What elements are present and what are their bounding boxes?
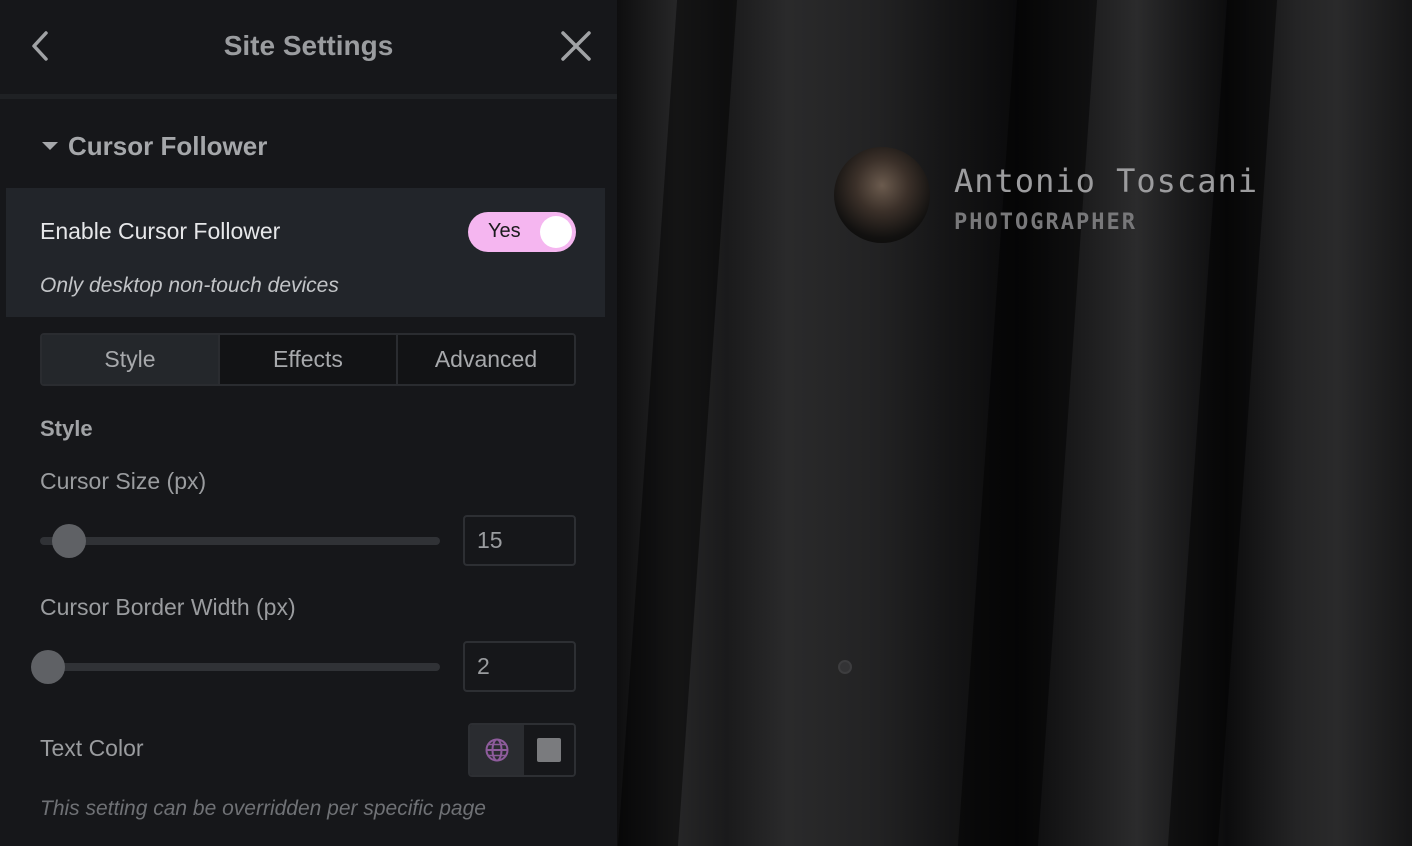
toggle-knob [540,216,572,248]
settings-panel: Site Settings Cursor Follower Enable Cur… [0,0,617,846]
background-drape [955,0,1099,846]
settings-tabs: Style Effects Advanced [40,333,576,386]
cursor-border-width-slider-handle[interactable] [31,650,65,684]
cursor-size-input[interactable] [463,515,576,566]
panel-header: Site Settings [0,0,617,94]
global-colors-button[interactable] [470,725,524,775]
caret-down-icon [42,142,58,150]
override-hint: This setting can be overridden per speci… [40,797,486,820]
section-title: Cursor Follower [68,130,268,161]
cursor-border-width-input[interactable] [463,641,576,692]
enable-cursor-follower-toggle[interactable]: Yes [468,212,576,252]
background-drape [617,0,739,846]
site-author-role: PHOTOGRAPHER [954,210,1137,235]
cursor-border-width-label: Cursor Border Width (px) [40,594,296,620]
globe-icon [485,738,509,762]
cursor-follower-dot [838,660,852,674]
cursor-size-slider[interactable] [40,537,440,545]
style-heading: Style [40,416,93,441]
tab-effects[interactable]: Effects [220,335,398,384]
cursor-size-slider-handle[interactable] [52,524,86,558]
section-toggle-cursor-follower[interactable]: Cursor Follower [36,128,267,164]
cursor-size-label: Cursor Size (px) [40,468,207,494]
avatar [834,147,930,243]
color-picker-button[interactable] [524,725,574,775]
header-divider [0,94,617,99]
tab-advanced[interactable]: Advanced [398,335,574,384]
tab-style[interactable]: Style [42,335,220,384]
cursor-border-width-slider[interactable] [40,663,440,671]
text-color-label: Text Color [40,735,144,761]
close-button[interactable] [558,28,594,64]
enable-cursor-follower-control: Enable Cursor Follower Yes Only desktop … [6,188,605,317]
site-author-name: Antonio Toscani [954,162,1258,200]
background-drape [1165,0,1279,846]
page-title: Site Settings [223,30,394,61]
toggle-label: Yes [488,220,521,242]
color-swatch [537,738,561,762]
enable-hint: Only desktop non-touch devices [40,274,339,297]
close-icon [561,31,591,61]
text-color-control [468,723,576,777]
site-preview: Antonio Toscani PHOTOGRAPHER [617,0,1412,846]
enable-cursor-follower-label: Enable Cursor Follower [40,218,281,244]
